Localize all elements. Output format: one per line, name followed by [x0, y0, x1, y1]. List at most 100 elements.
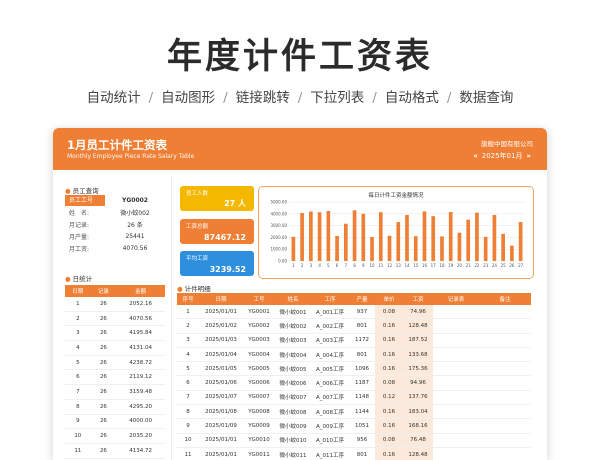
detail-row: 10 2025/01/01 YG0010 微小蚊010 A_010工序 956 0.08 76…	[177, 433, 531, 448]
daily-cell: 3	[65, 325, 91, 342]
chart-bar	[475, 212, 479, 261]
detail-cell: 0.16	[375, 361, 403, 377]
feature-separator: /	[297, 90, 303, 106]
detail-row: 7 2025/01/07 YG0007 微小蚊007 A_007工序 1148 0.12 13…	[177, 390, 531, 406]
x-tick-label: 19	[448, 263, 454, 268]
x-tick-label: 10	[369, 263, 375, 268]
detail-cell	[433, 433, 479, 448]
daily-section-label: ● 日统计	[65, 275, 93, 283]
chart-bar	[413, 236, 418, 261]
detail-header-cell: 日期	[199, 293, 243, 305]
detail-header-cell: 记录表	[433, 293, 479, 305]
detail-cell: 801	[349, 347, 375, 363]
feature-separator: /	[223, 90, 228, 106]
feature-item: 数据查询	[459, 90, 514, 106]
chart-bar	[343, 223, 348, 261]
daily-cell: 26	[90, 369, 117, 386]
detail-cell: 1	[177, 305, 199, 320]
x-tick-label: 6	[336, 263, 339, 268]
detail-cell: 0.16	[375, 318, 403, 334]
chart-bar	[492, 214, 497, 261]
employee-id-row: 员工工号 YG0002	[65, 194, 165, 206]
detail-cell: 微小蚊006	[275, 375, 311, 391]
daily-cell: 26	[90, 311, 117, 327]
detail-cell: 801	[349, 447, 375, 460]
detail-cell: 微小蚊010	[275, 433, 311, 448]
detail-cell: 2025/01/09	[199, 418, 243, 434]
employee-salary-row: 月工资: 4070.56	[69, 244, 148, 253]
daily-row: 5 26 4238.72	[65, 355, 165, 371]
double-chevron-right-icon[interactable]: »	[526, 152, 531, 160]
detail-cell	[479, 347, 531, 363]
detail-cell	[433, 447, 479, 460]
spreadsheet-card: 1月员工计件工资表 Monthly Employee Piece Rate Sa…	[53, 128, 547, 460]
daily-row: 9 26 4000.00	[65, 414, 165, 430]
x-tick-label: 26	[509, 263, 515, 268]
detail-cell: 微小蚊001	[275, 305, 311, 320]
daily-cell: 4000.00	[116, 414, 165, 430]
detail-cell: 2	[177, 318, 199, 334]
detail-cell: A_010工序	[311, 433, 349, 448]
detail-cell: YG0001	[243, 305, 275, 320]
chart-bar	[483, 236, 488, 261]
detail-cell	[479, 305, 531, 320]
daily-cell: 3159.48	[116, 384, 165, 400]
x-tick-label: 23	[483, 263, 489, 268]
x-tick-label: 7	[345, 263, 348, 268]
double-chevron-left-icon[interactable]: «	[473, 152, 478, 160]
daily-cell: 8	[65, 399, 91, 415]
daily-cell: 2119.12	[116, 369, 165, 386]
detail-cell: 187.52	[403, 333, 433, 348]
detail-row: 3 2025/01/03 YG0003 微小蚊003 A_003工序 1172 0.16 18…	[177, 333, 531, 348]
chart-bar	[440, 236, 444, 261]
detail-row: 5 2025/01/05 YG0005 微小蚊005 A_005工序 1096 0.16 17…	[177, 361, 531, 377]
chart-bar	[335, 235, 339, 261]
detail-cell: 0.16	[375, 333, 403, 348]
detail-cell: 133.68	[403, 347, 433, 363]
employee-name-row: 姓 名: 微小蚊002	[69, 209, 150, 217]
daily-cell: 26	[90, 325, 117, 342]
daily-cell: 26	[90, 399, 117, 415]
daily-cell: 4070.56	[116, 311, 165, 327]
employee-id-dropdown[interactable]: YG0002	[105, 197, 165, 204]
detail-cell: 3	[177, 333, 199, 348]
detail-cell: 168.16	[403, 418, 433, 434]
feature-list: 自动统计 / 自动图形 / 链接跳转 / 下拉列表 / 自动格式 / 数据查询	[0, 86, 600, 106]
daily-row: 4 26 4131.04	[65, 340, 165, 356]
detail-cell: 76.48	[403, 433, 433, 448]
detail-cell: YG0008	[243, 404, 275, 420]
employee-output-row: 月产量: 25441	[69, 232, 145, 241]
employee-records-row: 月记录: 26 条	[69, 221, 143, 229]
daily-row: 8 26 4295.20	[65, 399, 165, 415]
detail-cell: YG0003	[243, 333, 275, 348]
chart-bar	[291, 236, 296, 261]
detail-cell: 1148	[349, 390, 375, 406]
detail-cell: A_006工序	[311, 375, 349, 391]
detail-cell: 2025/01/01	[199, 447, 243, 460]
y-tick-label: 0.00	[278, 259, 287, 264]
detail-row: 11 2025/01/01 YG0011 微小蚊011 A_011工序 801 0.16 12…	[177, 447, 531, 460]
chart-bar	[361, 213, 366, 261]
detail-cell: YG0005	[243, 361, 275, 377]
daily-cell: 4295.20	[116, 399, 165, 415]
x-tick-label: 5	[327, 263, 330, 268]
detail-cell: 2025/01/06	[199, 375, 243, 391]
chart-bar	[352, 210, 357, 261]
detail-cell: 94.96	[403, 375, 433, 391]
detail-cell: 0.08	[375, 375, 403, 391]
detail-cell: YG0004	[243, 347, 275, 363]
detail-cell: A_011工序	[311, 447, 349, 460]
detail-cell: A_003工序	[311, 333, 349, 348]
month-label: 2025年01月	[481, 152, 523, 160]
detail-cell: 801	[349, 318, 375, 334]
daily-header-cell: 日期	[65, 285, 91, 297]
detail-cell: A_008工序	[311, 404, 349, 420]
x-tick-label: 16	[422, 263, 428, 268]
detail-row: 8 2025/01/08 YG0008 微小蚊008 A_008工序 1144 0.16 18…	[177, 404, 531, 420]
detail-cell: 0.16	[375, 447, 403, 460]
daily-cell: 7	[65, 384, 91, 400]
chart-bar	[457, 232, 462, 261]
daily-cell: 6	[65, 369, 91, 386]
detail-cell: 2025/01/01	[199, 305, 243, 320]
detail-header-cell: 序号	[177, 293, 199, 305]
